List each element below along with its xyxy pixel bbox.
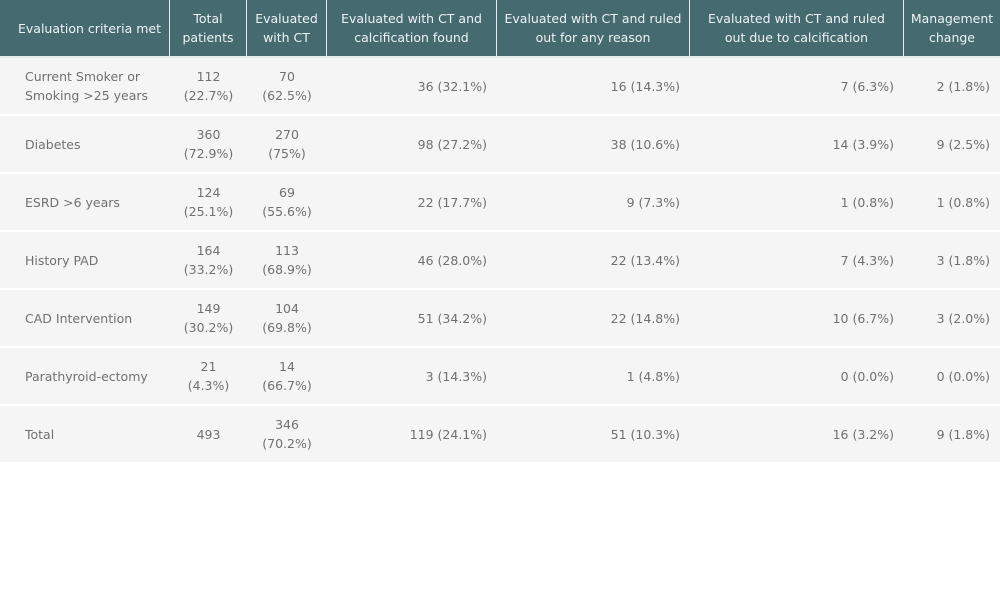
table-row: Current Smoker or Smoking >25 years 112 (… [0, 58, 1000, 116]
cell-ruled-out-calcification: 16 (3.2%) [690, 406, 904, 464]
header-row: Evaluation criteria met Total patients E… [0, 0, 1000, 58]
cell-criteria: CAD Intervention [0, 290, 170, 348]
cell-evaluated-with-ct: 346 (70.2%) [247, 406, 327, 464]
header-total-patients: Total patients [170, 0, 247, 58]
cell-total-patients: 124 (25.1%) [170, 174, 247, 232]
cell-calcification-found: 36 (32.1%) [327, 58, 497, 116]
cell-total-patients: 164 (33.2%) [170, 232, 247, 290]
cell-calcification-found: 119 (24.1%) [327, 406, 497, 464]
table-row: ESRD >6 years 124 (25.1%) 69 (55.6%) 22 (17… [0, 174, 1000, 232]
criteria-table: Evaluation criteria met Total patients E… [0, 0, 1000, 464]
cell-criteria: Diabetes [0, 116, 170, 174]
cell-ruled-out-any-reason: 22 (13.4%) [497, 232, 690, 290]
total-row: Total 493 346 (70.2%) 119 (24.1%) 51 (10.3%)… [0, 406, 1000, 464]
header-calcification-found: Evaluated with CT and calcification foun… [327, 0, 497, 58]
header-evaluation-criteria: Evaluation criteria met [0, 0, 170, 58]
cell-ruled-out-any-reason: 16 (14.3%) [497, 58, 690, 116]
cell-ruled-out-any-reason: 51 (10.3%) [497, 406, 690, 464]
header-ruled-out-calcification: Evaluated with CT and ruled out due to c… [690, 0, 904, 58]
cell-calcification-found: 46 (28.0%) [327, 232, 497, 290]
cell-management-change: 9 (1.8%) [904, 406, 1000, 464]
cell-calcification-found: 51 (34.2%) [327, 290, 497, 348]
cell-calcification-found: 22 (17.7%) [327, 174, 497, 232]
cell-evaluated-with-ct: 113 (68.9%) [247, 232, 327, 290]
cell-ruled-out-calcification: 0 (0.0%) [690, 348, 904, 406]
header-ruled-out-any-reason: Evaluated with CT and ruled out for any … [497, 0, 690, 58]
cell-criteria: History PAD [0, 232, 170, 290]
cell-calcification-found: 98 (27.2%) [327, 116, 497, 174]
cell-criteria: Current Smoker or Smoking >25 years [0, 58, 170, 116]
cell-management-change: 2 (1.8%) [904, 58, 1000, 116]
cell-ruled-out-calcification: 7 (4.3%) [690, 232, 904, 290]
table-row: Parathyroid-ectomy 21 (4.3%) 14 (66.7%) 3 (… [0, 348, 1000, 406]
cell-total-patients: 493 [170, 406, 247, 464]
cell-management-change: 9 (2.5%) [904, 116, 1000, 174]
cell-ruled-out-any-reason: 9 (7.3%) [497, 174, 690, 232]
cell-ruled-out-calcification: 1 (0.8%) [690, 174, 904, 232]
cell-evaluated-with-ct: 14 (66.7%) [247, 348, 327, 406]
cell-management-change: 3 (2.0%) [904, 290, 1000, 348]
cell-evaluated-with-ct: 70 (62.5%) [247, 58, 327, 116]
cell-total-patients: 360 (72.9%) [170, 116, 247, 174]
cell-total-patients: 149 (30.2%) [170, 290, 247, 348]
cell-total-patients: 21 (4.3%) [170, 348, 247, 406]
cell-criteria: ESRD >6 years [0, 174, 170, 232]
cell-ruled-out-any-reason: 38 (10.6%) [497, 116, 690, 174]
cell-ruled-out-calcification: 14 (3.9%) [690, 116, 904, 174]
cell-ruled-out-calcification: 7 (6.3%) [690, 58, 904, 116]
table-row: History PAD 164 (33.2%) 113 (68.9%) 46 (28.… [0, 232, 1000, 290]
cell-management-change: 1 (0.8%) [904, 174, 1000, 232]
cell-ruled-out-calcification: 10 (6.7%) [690, 290, 904, 348]
cell-evaluated-with-ct: 69 (55.6%) [247, 174, 327, 232]
cell-ruled-out-any-reason: 22 (14.8%) [497, 290, 690, 348]
table-row: Diabetes 360 (72.9%) 270 (75%) 98 (27.2%) 38… [0, 116, 1000, 174]
cell-total-patients: 112 (22.7%) [170, 58, 247, 116]
cell-evaluated-with-ct: 270 (75%) [247, 116, 327, 174]
cell-calcification-found: 3 (14.3%) [327, 348, 497, 406]
cell-criteria: Total [0, 406, 170, 464]
cell-criteria: Parathyroid-ectomy [0, 348, 170, 406]
header-management-change: Management change [904, 0, 1000, 58]
header-evaluated-with-ct: Evaluated with CT [247, 0, 327, 58]
table-row: CAD Intervention 149 (30.2%) 104 (69.8%) 51… [0, 290, 1000, 348]
cell-evaluated-with-ct: 104 (69.8%) [247, 290, 327, 348]
cell-management-change: 0 (0.0%) [904, 348, 1000, 406]
cell-ruled-out-any-reason: 1 (4.8%) [497, 348, 690, 406]
cell-management-change: 3 (1.8%) [904, 232, 1000, 290]
